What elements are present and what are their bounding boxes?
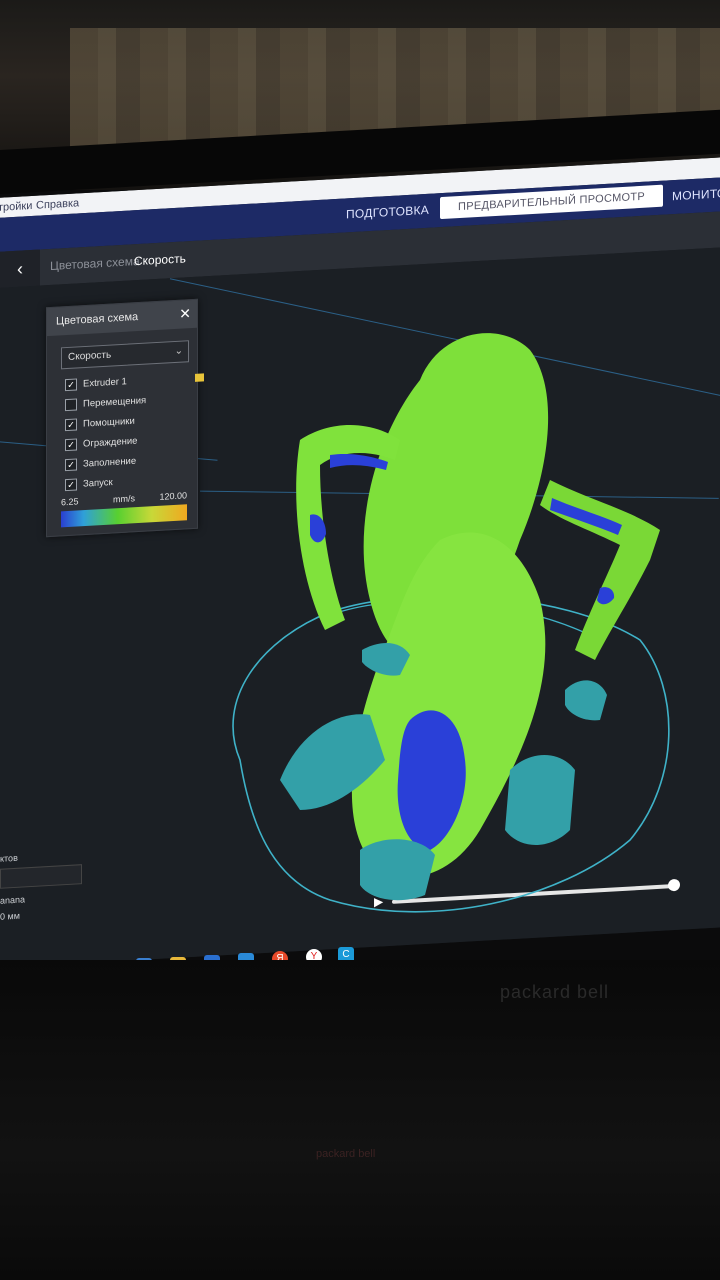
checkbox-icon: ✓ xyxy=(65,438,77,452)
color-scheme-select-value: Скорость xyxy=(68,349,112,363)
play-icon[interactable]: ▶ xyxy=(374,894,383,909)
checkbox-infill[interactable]: ✓ Заполнение xyxy=(65,455,136,473)
checkbox-label: Перемещения xyxy=(83,395,147,410)
menu-item-settings[interactable]: тройки xyxy=(0,200,32,214)
sidebar-fragment-2: anana xyxy=(0,894,26,906)
build-volume-edge xyxy=(199,490,719,499)
tab-prepare[interactable]: ПОДГОТОВКА xyxy=(346,203,429,222)
extruder-color-swatch xyxy=(195,373,204,382)
checkbox-label: Ограждение xyxy=(83,435,138,450)
color-scheme-panel: Цветовая схема ✕ Скорость ⌄ ✓ Extruder 1 … xyxy=(46,298,204,538)
scale-max: 120.00 xyxy=(159,490,187,502)
back-button[interactable]: ‹ xyxy=(0,249,40,288)
chevron-down-icon: ⌄ xyxy=(174,345,183,358)
checkbox-travel[interactable]: Перемещения xyxy=(65,395,146,414)
checkbox-helpers[interactable]: ✓ Помощники xyxy=(65,415,135,433)
color-scheme-select[interactable]: Скорость ⌄ xyxy=(61,340,189,370)
checkbox-label: Запуск xyxy=(83,476,113,490)
sidebar-fragment-1: ктов xyxy=(0,852,18,864)
sidebar-fragment-3: 0 мм xyxy=(0,910,20,922)
checkbox-shell[interactable]: ✓ Ограждение xyxy=(65,435,137,453)
monitor-screen: тройки Справка ПОДГОТОВКА ПРЕДВАРИТЕЛЬНЫ… xyxy=(0,155,720,970)
build-volume-edge xyxy=(169,278,720,403)
speed-color-gradient xyxy=(61,504,187,528)
checkbox-starts[interactable]: ✓ Запуск xyxy=(65,476,113,493)
checkbox-label: Extruder 1 xyxy=(83,376,127,390)
checkbox-label: Заполнение xyxy=(83,455,137,470)
monitor-brand-label: packard bell xyxy=(500,982,610,1002)
checkbox-extruder-1[interactable]: ✓ Extruder 1 xyxy=(65,373,204,393)
checkbox-icon xyxy=(65,398,77,412)
tab-monitor[interactable]: МОНИТО xyxy=(672,186,720,203)
menu-item-help[interactable]: Справка xyxy=(36,197,79,211)
chevron-left-icon: ‹ xyxy=(17,258,23,279)
monitor-brand-label-2: packard bell xyxy=(316,1148,376,1160)
scale-unit: mm/s xyxy=(113,493,135,505)
checkbox-icon: ✓ xyxy=(65,378,77,392)
checkbox-label: Помощники xyxy=(83,415,135,430)
checkbox-icon: ✓ xyxy=(65,418,77,432)
panel-title: Цветовая схема xyxy=(47,299,197,337)
checkbox-icon: ✓ xyxy=(65,458,77,472)
breadcrumb-speed[interactable]: Скорость xyxy=(134,251,186,268)
close-icon[interactable]: ✕ xyxy=(179,305,191,323)
checkbox-icon: ✓ xyxy=(65,478,77,492)
scale-min: 6.25 xyxy=(61,496,79,508)
monitor-bottom-bezel xyxy=(0,960,720,1280)
